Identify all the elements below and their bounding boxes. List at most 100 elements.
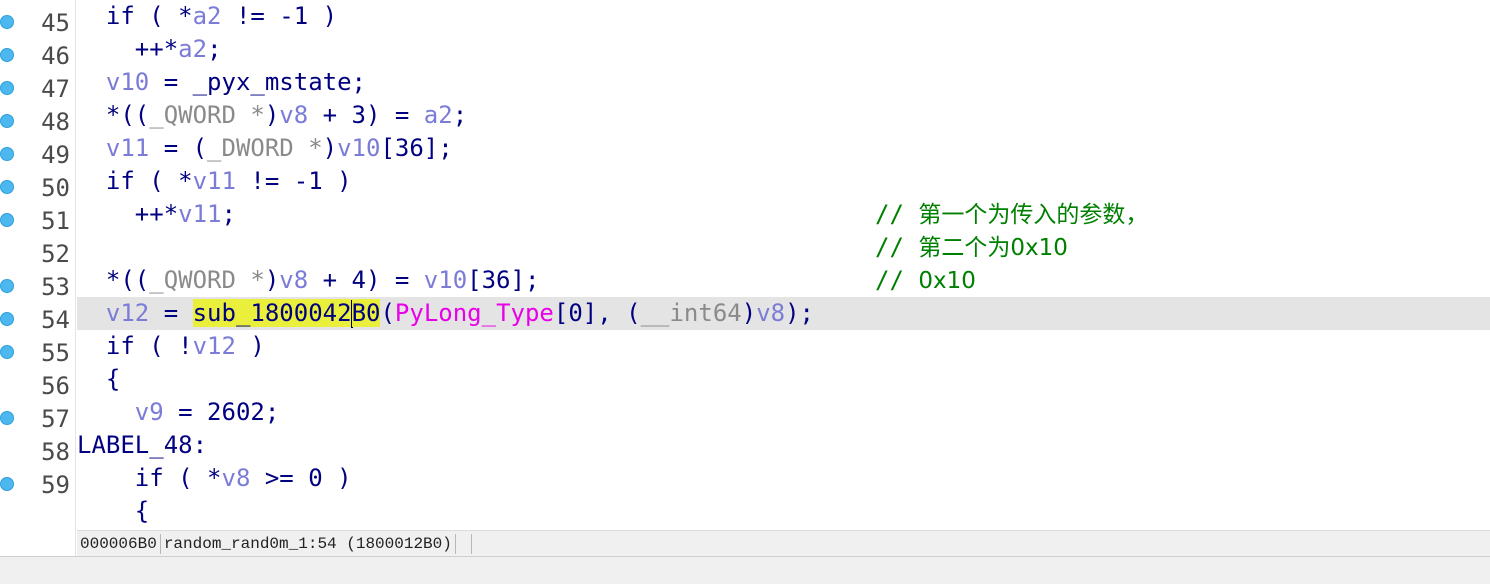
gutter-line[interactable]: 54 (0, 301, 76, 334)
code-token: ++* (77, 35, 179, 63)
breakpoint-dot-icon[interactable] (0, 180, 14, 194)
pseudocode-view[interactable]: if ( *a2 != -1 ) ++*a2; v10 = _pyx_mstat… (77, 0, 1490, 530)
code-line[interactable]: ++*a2; (77, 33, 1490, 66)
code-token[interactable]: v8 (279, 266, 308, 294)
code-token[interactable]: v8 (756, 299, 785, 327)
comment-text: 第一个为传入的参数， (918, 202, 1149, 228)
gutter-line[interactable] (0, 499, 76, 532)
code-line[interactable] (77, 231, 1490, 264)
comment-prefix: // (875, 233, 919, 261)
breakpoint-dot-icon[interactable] (0, 279, 14, 293)
line-number-gutter[interactable]: 45 46 47 48 49 50 51 52 53 54 55 56 57 58 59 (0, 0, 76, 556)
code-token[interactable]: v8 (279, 101, 308, 129)
breakpoint-dot-icon[interactable] (0, 48, 14, 62)
code-token: _DWORD * (207, 134, 323, 162)
code-line[interactable]: if ( *v8 >= 0 ) (77, 462, 1490, 495)
code-line[interactable]: v9 = 2602; (77, 396, 1490, 429)
gutter-line[interactable]: 58 (0, 433, 76, 466)
line-number: 56 (41, 372, 70, 400)
line-number: 46 (41, 42, 70, 70)
breakpoint-dot-icon[interactable] (0, 477, 14, 491)
code-token[interactable]: a2 (424, 101, 453, 129)
breakpoint-dot-icon[interactable] (0, 81, 14, 95)
code-token[interactable]: v11 (178, 200, 221, 228)
gutter-line[interactable]: 55 (0, 334, 76, 367)
code-token[interactable]: v12 (193, 332, 236, 360)
code-token[interactable]: v11 (193, 167, 236, 195)
code-token[interactable]: v10 (337, 134, 380, 162)
code-token[interactable]: v11 (77, 134, 149, 162)
code-token[interactable]: a2 (178, 35, 207, 63)
current-code-line[interactable]: v12 = sub_1800042B0(PyLong_Type[0], (__i… (77, 297, 1490, 330)
code-line[interactable]: if ( *a2 != -1 ) (77, 0, 1490, 33)
code-line[interactable]: { (77, 363, 1490, 396)
status-bar: 000006B0 random_rand0m_1:54 (1800012B0) (77, 530, 1490, 556)
code-line[interactable]: { (77, 495, 1490, 528)
code-token: + 3) = (308, 101, 424, 129)
status-empty-segment (456, 533, 472, 554)
code-line[interactable]: ++*v11; (77, 198, 1490, 231)
code-token: { (77, 497, 150, 525)
line-number: 49 (41, 141, 70, 169)
breakpoint-dot-icon[interactable] (0, 15, 14, 29)
gutter-line[interactable]: 53 (0, 268, 76, 301)
code-token: != -1 ) (221, 2, 338, 30)
gutter-line[interactable]: 45 (0, 4, 76, 37)
gutter-line[interactable]: 59 (0, 466, 76, 499)
gutter-line[interactable]: 56 (0, 367, 76, 400)
code-token[interactable]: v8 (222, 464, 251, 492)
code-line[interactable]: LABEL_48: (77, 429, 1490, 462)
highlighted-identifier[interactable]: B0 (351, 299, 381, 327)
code-line[interactable]: if ( *v11 != -1 ) (77, 165, 1490, 198)
gutter-line[interactable]: 49 (0, 136, 76, 169)
code-token: ; (452, 101, 468, 129)
line-number: 51 (41, 207, 70, 235)
code-token[interactable]: v10 (77, 68, 149, 96)
breakpoint-dot-icon[interactable] (0, 312, 14, 326)
code-line[interactable]: v11 = (_DWORD *)v10[36]; (77, 132, 1490, 165)
bottom-panel-bar (0, 556, 1490, 584)
code-token[interactable]: v12 (77, 299, 149, 327)
gutter-line[interactable]: 48 (0, 103, 76, 136)
code-token: ) (264, 266, 280, 294)
code-comment: // 0x10 (875, 264, 976, 298)
code-token: ; (221, 200, 236, 228)
code-line[interactable]: *((_QWORD *)v8 + 3) = a2; (77, 99, 1490, 132)
line-number: 58 (41, 438, 70, 466)
code-line[interactable]: *((_QWORD *)v8 + 4) = v10[36]; (77, 264, 1490, 297)
code-token: LABEL_48: (77, 431, 208, 459)
code-token: >= 0 ) (250, 464, 352, 492)
breakpoint-dot-icon[interactable] (0, 114, 14, 128)
code-token[interactable]: v9 (77, 398, 164, 426)
code-line[interactable]: if ( !v12 ) (77, 330, 1490, 363)
breakpoint-dot-icon[interactable] (0, 345, 14, 359)
code-token[interactable]: a2 (193, 2, 222, 30)
code-token: *(( (77, 266, 150, 294)
code-token: ); (785, 299, 814, 327)
breakpoint-dot-icon[interactable] (0, 213, 14, 227)
line-number: 59 (41, 471, 70, 499)
code-token: *(( (77, 101, 150, 129)
gutter-line[interactable]: 52 (0, 235, 76, 268)
breakpoint-dot-icon[interactable] (0, 147, 14, 161)
code-line[interactable]: v10 = _pyx_mstate; (77, 66, 1490, 99)
line-number: 55 (41, 339, 70, 367)
code-token: ) (322, 134, 338, 162)
gutter-line[interactable]: 47 (0, 70, 76, 103)
code-token: ( (380, 299, 395, 327)
status-location: random_rand0m_1:54 (1800012B0) (161, 533, 456, 554)
comment-prefix: // (875, 200, 919, 228)
code-token[interactable]: v10 (424, 266, 467, 294)
gutter-line[interactable]: 50 (0, 169, 76, 202)
code-token[interactable]: PyLong_Type (395, 299, 554, 327)
highlighted-identifier[interactable]: sub_1800042 (192, 299, 352, 327)
gutter-line[interactable]: 51 (0, 202, 76, 235)
gutter-line[interactable]: 57 (0, 400, 76, 433)
code-comment: // 第二个为0x10 (875, 231, 1068, 265)
breakpoint-dot-icon[interactable] (0, 411, 14, 425)
line-number: 53 (41, 273, 70, 301)
gutter-line[interactable]: 46 (0, 37, 76, 70)
line-number: 48 (41, 108, 70, 136)
line-number: 50 (41, 174, 70, 202)
code-token: + 4) = (308, 266, 424, 294)
